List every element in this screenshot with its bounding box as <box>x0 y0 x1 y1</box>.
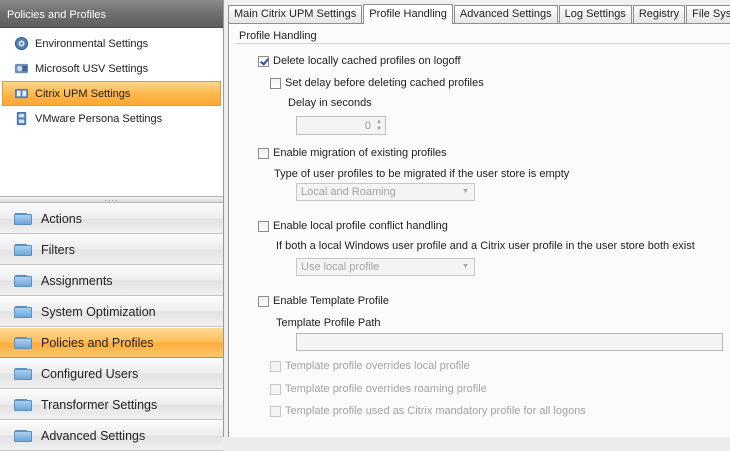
enable-template-profile-checkbox[interactable]: Enable Template Profile <box>258 295 389 307</box>
checkbox-box[interactable] <box>270 360 281 372</box>
nav-button-label: System Optimization <box>41 304 156 319</box>
checkbox-label: Template profile overrides local profile <box>285 360 470 372</box>
set-delay-checkbox[interactable]: Set delay before deleting cached profile… <box>270 77 484 89</box>
nav-button-configured-users[interactable]: Configured Users <box>0 358 223 389</box>
override-roaming-profile-checkbox[interactable]: Template profile overrides roaming profi… <box>270 383 487 395</box>
tree-item-label: Microsoft USV Settings <box>35 62 149 75</box>
checkbox-label: Template profile used as Citrix mandator… <box>285 405 586 417</box>
template-path-input[interactable] <box>296 333 723 351</box>
group-divider <box>235 43 730 44</box>
group-title: Profile Handling <box>239 30 317 42</box>
migration-type-label: Type of user profiles to be migrated if … <box>274 168 570 180</box>
checkbox-box[interactable] <box>270 77 281 89</box>
panel-splitter[interactable]: .... <box>0 193 223 203</box>
checkbox-label: Enable migration of existing profiles <box>273 147 447 159</box>
folder-icon <box>14 305 32 318</box>
tab-advanced-settings[interactable]: Advanced Settings <box>453 5 558 23</box>
nav-buttons: Actions Filters Assignments System Optim… <box>0 203 223 451</box>
nav-button-transformer-settings[interactable]: Transformer Settings <box>0 389 223 420</box>
nav-button-advanced-settings[interactable]: Advanced Settings <box>0 420 223 451</box>
settings-panel: Main Citrix UPM Settings Profile Handlin… <box>225 0 730 437</box>
nav-button-label: Assignments <box>41 273 113 288</box>
navigation-panel: Policies and Profiles Environmental Sett… <box>0 0 224 451</box>
vmware-icon <box>13 111 29 127</box>
delay-seconds-label: Delay in seconds <box>288 97 372 109</box>
nav-button-system-optimization[interactable]: System Optimization <box>0 296 223 327</box>
delete-cached-profiles-checkbox[interactable]: Delete locally cached profiles on logoff <box>258 55 461 67</box>
tree-item-label: VMware Persona Settings <box>35 112 163 125</box>
checkbox-label: Template profile overrides roaming profi… <box>285 383 487 395</box>
enable-migration-checkbox[interactable]: Enable migration of existing profiles <box>258 147 447 159</box>
checkbox-box[interactable] <box>258 295 269 307</box>
migration-type-select[interactable]: Local and Roaming ▼ <box>296 183 475 201</box>
folder-icon <box>14 243 32 256</box>
nav-button-label: Transformer Settings <box>41 397 158 412</box>
checkbox-label: Set delay before deleting cached profile… <box>285 77 484 89</box>
splitter-grip: .... <box>104 193 119 203</box>
chevron-down-icon: ▼ <box>462 263 469 270</box>
nav-button-policies-and-profiles[interactable]: Policies and Profiles <box>0 327 223 358</box>
folder-icon <box>14 336 32 349</box>
nav-button-label: Actions <box>41 211 82 226</box>
nav-button-actions[interactable]: Actions <box>0 203 223 234</box>
tree-item-citrix-upm-settings[interactable]: Citrix UPM Settings <box>2 81 221 106</box>
mandatory-profile-checkbox[interactable]: Template profile used as Citrix mandator… <box>270 405 586 417</box>
folder-icon <box>14 429 32 442</box>
checkbox-label: Delete locally cached profiles on logoff <box>273 55 461 67</box>
folder-icon <box>14 212 32 225</box>
tab-log-settings[interactable]: Log Settings <box>558 5 632 23</box>
folder-icon <box>14 274 32 287</box>
tree-item-environmental-settings[interactable]: Environmental Settings <box>2 31 221 56</box>
checkbox-label: Enable local profile conflict handling <box>273 220 448 232</box>
nav-button-label: Advanced Settings <box>41 428 146 443</box>
tab-file-system[interactable]: File System <box>686 5 730 23</box>
conflict-handling-select[interactable]: Use local profile ▼ <box>296 258 475 276</box>
nav-button-filters[interactable]: Filters <box>0 234 223 265</box>
folder-icon <box>14 367 32 380</box>
select-value: Local and Roaming <box>301 186 396 198</box>
select-value: Use local profile <box>301 261 380 273</box>
checkbox-box[interactable] <box>270 405 281 417</box>
nav-button-label: Policies and Profiles <box>41 335 154 350</box>
spinner-value: 0 <box>364 120 371 132</box>
gear-icon <box>13 36 29 52</box>
tab-strip: Main Citrix UPM Settings Profile Handlin… <box>228 4 730 24</box>
checkbox-box[interactable] <box>258 55 269 67</box>
nav-button-label: Configured Users <box>41 366 139 381</box>
checkbox-box[interactable] <box>270 383 281 395</box>
settings-tree: Environmental Settings Microsoft USV Set… <box>0 30 223 195</box>
citrix-icon <box>13 86 29 102</box>
override-local-profile-checkbox[interactable]: Template profile overrides local profile <box>270 360 470 372</box>
spinner-arrows-icon[interactable]: ▲ ▼ <box>376 119 382 133</box>
folder-icon <box>14 398 32 411</box>
nav-button-label: Filters <box>41 242 76 257</box>
tab-main-citrix-upm-settings[interactable]: Main Citrix UPM Settings <box>228 5 363 23</box>
tab-profile-handling[interactable]: Profile Handling <box>363 4 453 24</box>
usv-icon <box>13 61 29 77</box>
tab-registry[interactable]: Registry <box>632 5 686 23</box>
chevron-down-icon: ▼ <box>462 188 469 195</box>
tree-item-microsoft-usv-settings[interactable]: Microsoft USV Settings <box>2 56 221 81</box>
checkbox-label: Enable Template Profile <box>273 295 389 307</box>
enable-conflict-handling-checkbox[interactable]: Enable local profile conflict handling <box>258 220 448 232</box>
tree-item-label: Citrix UPM Settings <box>35 87 131 100</box>
tree-item-vmware-persona-settings[interactable]: VMware Persona Settings <box>2 106 221 131</box>
tree-item-label: Environmental Settings <box>35 37 149 50</box>
checkbox-box[interactable] <box>258 147 269 159</box>
checkbox-box[interactable] <box>258 220 269 232</box>
conflict-handling-label: If both a local Windows user profile and… <box>276 240 695 252</box>
profile-handling-page: Profile Handling Delete locally cached p… <box>228 23 730 437</box>
panel-header: Policies and Profiles <box>0 0 223 28</box>
nav-button-assignments[interactable]: Assignments <box>0 265 223 296</box>
template-path-label: Template Profile Path <box>276 317 381 329</box>
delay-seconds-spinner[interactable]: 0 ▲ ▼ <box>296 116 386 135</box>
